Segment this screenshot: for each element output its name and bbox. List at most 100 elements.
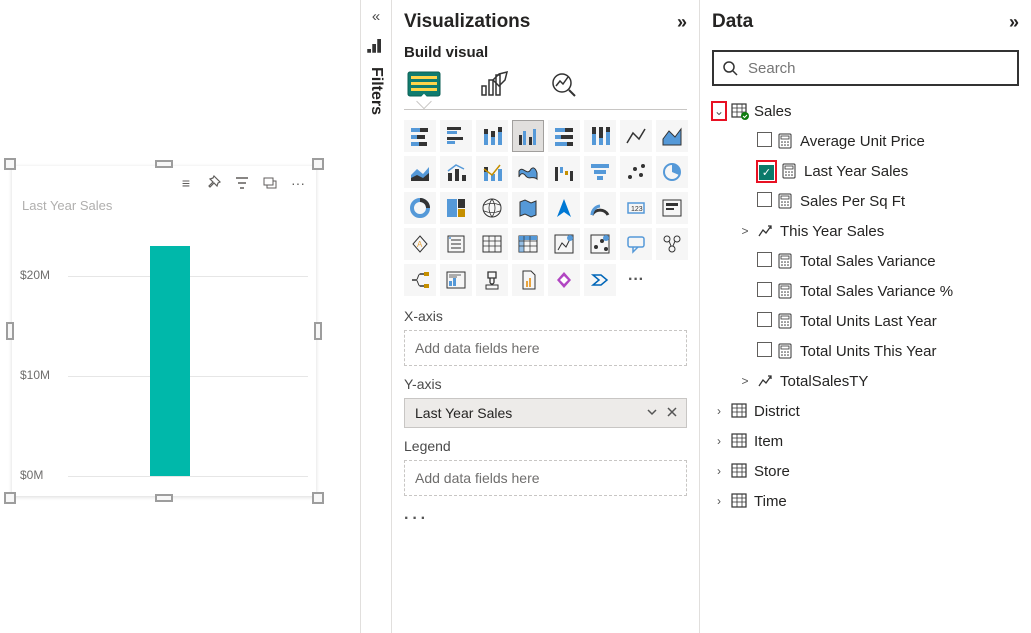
viz-r-visual[interactable]: [548, 228, 580, 260]
chevron-icon[interactable]: ›: [712, 404, 726, 418]
field-this-year-sales[interactable]: >This Year Sales: [712, 216, 1019, 246]
field-sales-per-sq-ft[interactable]: Sales Per Sq Ft: [712, 186, 1019, 216]
tab-analytics[interactable]: [546, 69, 582, 101]
viz-stacked-bar-100[interactable]: [548, 120, 580, 152]
chevron-icon[interactable]: >: [738, 224, 752, 238]
viz-line-col[interactable]: [440, 156, 472, 188]
table-sales[interactable]: ⌄Sales: [712, 96, 1019, 126]
collapse-viz-icon[interactable]: »: [677, 12, 687, 33]
field-total-units-last-year[interactable]: Total Units Last Year: [712, 306, 1019, 336]
viz-q-and-a[interactable]: [620, 228, 652, 260]
more-icon[interactable]: ···: [290, 175, 306, 191]
remove-field-icon[interactable]: [666, 405, 678, 421]
measure-icon: [757, 373, 775, 389]
viz-decomp[interactable]: [404, 264, 436, 296]
viz-paginated[interactable]: [512, 264, 544, 296]
search-box[interactable]: [712, 50, 1019, 86]
chart-visual[interactable]: ≡ ··· Last Year Sales $0M$10M$20M: [12, 166, 316, 496]
focus-icon[interactable]: [262, 175, 278, 191]
viz-stacked-bar[interactable]: [404, 120, 436, 152]
chevron-icon[interactable]: ›: [712, 494, 726, 508]
table-store[interactable]: ›Store: [712, 456, 1019, 486]
chevron-icon[interactable]: ⌄: [712, 102, 726, 120]
field-average-unit-price[interactable]: Average Unit Price: [712, 126, 1019, 156]
field-total-units-this-year[interactable]: Total Units This Year: [712, 336, 1019, 366]
chart-bar[interactable]: [150, 246, 190, 476]
viz-area[interactable]: [656, 120, 688, 152]
more-options-icon[interactable]: ···: [404, 506, 687, 532]
checkbox[interactable]: [757, 342, 772, 357]
table-district[interactable]: ›District: [712, 396, 1019, 426]
filters-pane-collapsed[interactable]: « Filters: [360, 0, 392, 633]
report-canvas[interactable]: ≡ ··· Last Year Sales $0M$10M$20M: [0, 0, 360, 633]
filters-label: Filters: [367, 67, 385, 115]
filter-icon[interactable]: [234, 175, 250, 191]
field-total-sales-variance[interactable]: Total Sales Variance: [712, 246, 1019, 276]
table-time[interactable]: ›Time: [712, 486, 1019, 516]
viz-ribbon[interactable]: [512, 156, 544, 188]
viz-line-col-stacked[interactable]: [476, 156, 508, 188]
viz-power-apps[interactable]: [548, 264, 580, 296]
y-tick-label: $0M: [20, 468, 43, 482]
chevron-icon[interactable]: >: [738, 374, 752, 388]
collapse-data-icon[interactable]: »: [1009, 12, 1019, 33]
search-input[interactable]: [746, 59, 1009, 78]
viz-filled-map[interactable]: [512, 192, 544, 224]
calc-icon: [777, 283, 795, 299]
viz-line[interactable]: [620, 120, 652, 152]
viz-treemap[interactable]: [440, 192, 472, 224]
viz-waterfall[interactable]: [548, 156, 580, 188]
viz-map[interactable]: [476, 192, 508, 224]
viz-card[interactable]: 123: [620, 192, 652, 224]
chart-title-text: Last Year Sales: [18, 194, 310, 213]
drag-icon[interactable]: ≡: [178, 175, 194, 191]
expand-filters-icon[interactable]: «: [372, 8, 380, 25]
viz-scatter[interactable]: [620, 156, 652, 188]
viz-slicer[interactable]: [440, 228, 472, 260]
chevron-down-icon[interactable]: [646, 405, 658, 421]
pin-icon[interactable]: [206, 175, 222, 191]
y-axis-field-pill[interactable]: Last Year Sales: [404, 398, 687, 428]
checkbox[interactable]: [757, 252, 772, 267]
viz-flow[interactable]: [584, 264, 616, 296]
viz-narrative[interactable]: [440, 264, 472, 296]
viz-clustered-column[interactable]: [512, 120, 544, 152]
chevron-icon[interactable]: ›: [712, 434, 726, 448]
viz-python-visual[interactable]: [584, 228, 616, 260]
table-item[interactable]: ›Item: [712, 426, 1019, 456]
viz-table[interactable]: [476, 228, 508, 260]
calc-icon: [777, 313, 795, 329]
checkbox[interactable]: [757, 282, 772, 297]
x-axis-dropzone[interactable]: Add data fields here: [404, 330, 687, 366]
viz-funnel[interactable]: [584, 156, 616, 188]
field-totalsalesty[interactable]: >TotalSalesTY: [712, 366, 1019, 396]
viz-multi-card[interactable]: A: [404, 228, 436, 260]
checkbox[interactable]: [757, 312, 772, 327]
viz-kpi[interactable]: [656, 192, 688, 224]
checkbox[interactable]: [757, 192, 772, 207]
viz-gauge[interactable]: [584, 192, 616, 224]
viz-stacked-col-100[interactable]: [584, 120, 616, 152]
field-last-year-sales[interactable]: ✓Last Year Sales: [712, 156, 1019, 186]
visualizations-pane: Visualizations » Build visual 123A··· X-…: [392, 0, 700, 633]
tab-build-visual[interactable]: [406, 69, 442, 101]
chevron-icon[interactable]: ›: [712, 464, 726, 478]
data-pane: Data » ⌄SalesAverage Unit Price✓Last Yea…: [700, 0, 1031, 633]
viz-azure-map[interactable]: [548, 192, 580, 224]
viz-more-visuals[interactable]: ···: [620, 264, 652, 296]
viz-clustered-bar[interactable]: [440, 120, 472, 152]
viz-stacked-column[interactable]: [476, 120, 508, 152]
viz-matrix[interactable]: [512, 228, 544, 260]
viz-stacked-area[interactable]: [404, 156, 436, 188]
table-icon: [731, 432, 749, 450]
checkbox[interactable]: ✓: [759, 165, 774, 180]
viz-donut[interactable]: [404, 192, 436, 224]
viz-goals[interactable]: [476, 264, 508, 296]
legend-dropzone[interactable]: Add data fields here: [404, 460, 687, 496]
field-total-sales-variance-[interactable]: Total Sales Variance %: [712, 276, 1019, 306]
y-tick-label: $10M: [20, 368, 50, 382]
tab-format-visual[interactable]: [476, 69, 512, 101]
viz-pie[interactable]: [656, 156, 688, 188]
checkbox[interactable]: [757, 132, 772, 147]
viz-key-influencer[interactable]: [656, 228, 688, 260]
